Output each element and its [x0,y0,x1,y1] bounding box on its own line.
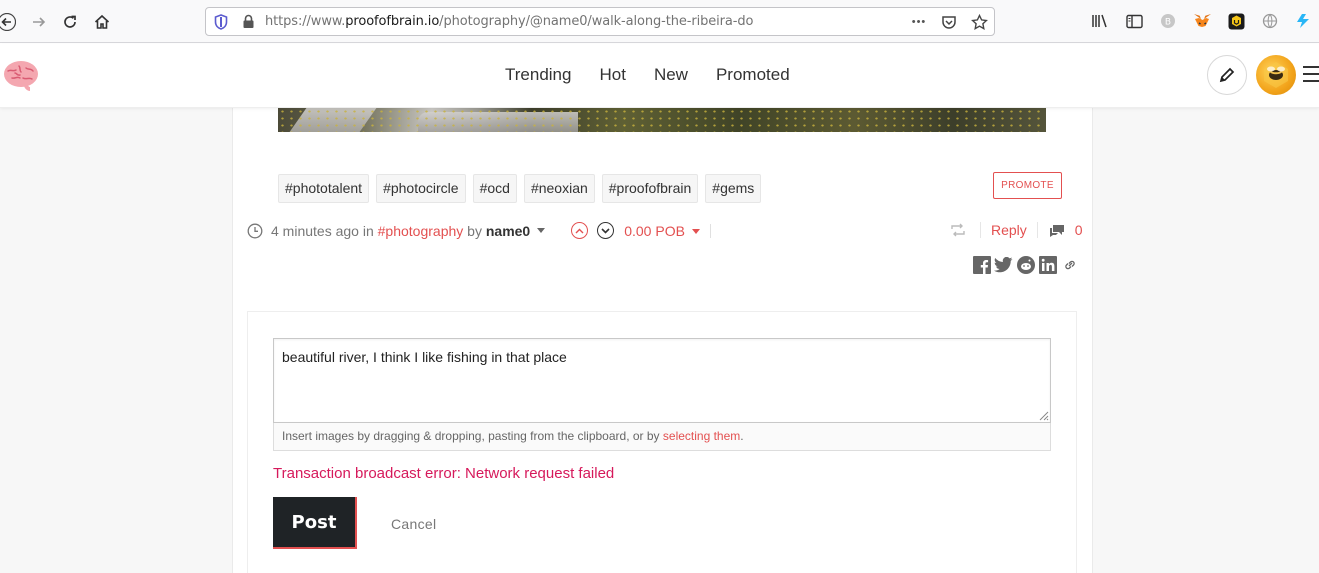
post-image [278,108,1046,132]
page-actions-icon[interactable]: ••• [910,12,928,32]
reply-text: beautiful river, I think I like fishing … [282,349,567,365]
address-bar[interactable]: https://www.proofofbrain.io/photography/… [205,7,995,36]
payout-value: 0.00 POB [624,222,685,239]
tag-photocircle[interactable]: #photocircle [376,174,466,203]
back-icon[interactable] [0,9,20,35]
select-images-link[interactable]: selecting them [663,429,740,443]
site-header: Trending Hot New Promoted [0,44,1319,108]
tag-neoxian[interactable]: #neoxian [523,174,595,203]
submit-post-button[interactable] [1207,55,1247,95]
author-menu-caret-icon[interactable] [537,228,546,233]
reply-link[interactable]: Reply [980,222,1038,238]
home-icon[interactable] [89,9,115,35]
extension-b-icon[interactable]: B [1158,10,1178,32]
category-link[interactable]: #photography [378,223,464,239]
in-label: in [362,222,374,239]
resize-handle-icon[interactable] [1037,409,1049,421]
tag-phototalent[interactable]: #phototalent [278,174,370,203]
forward-icon[interactable] [26,9,52,35]
url-host: proofofbrain.io [345,14,440,29]
metamask-fox-icon[interactable] [1192,10,1212,32]
twitter-icon[interactable] [994,256,1013,274]
post-button[interactable]: Post [273,497,357,549]
downvote-icon[interactable] [597,222,615,239]
facebook-icon[interactable] [972,256,991,274]
payout-caret-icon [691,229,700,235]
tag-gems[interactable]: #gems [705,174,762,203]
comments-icon [1049,224,1064,237]
svg-text:B: B [1165,18,1171,28]
share-links [972,256,1079,274]
menu-icon[interactable] [1303,66,1319,87]
post-time[interactable]: 4 minutes ago [271,223,359,239]
tag-ocd[interactable]: #ocd [472,174,517,203]
promote-button[interactable]: PROMOTE [993,172,1062,199]
nav-new[interactable]: New [654,65,688,85]
reload-icon[interactable] [57,9,83,35]
post-actions: Reply 0 [950,222,1083,238]
by-label: by [467,222,482,239]
broadcast-error-message: Transaction broadcast error: Network req… [273,465,615,482]
upload-hint-text: Insert images by dragging & dropping, pa… [282,429,663,443]
cancel-button[interactable]: Cancel [391,516,436,532]
url-prefix: https://www. [265,14,346,29]
payout-amount[interactable]: 0.00 POB [624,223,700,239]
comments-count-value: 0 [1074,222,1083,238]
keychain-extension-icon[interactable] [1226,10,1246,32]
avatar[interactable] [1256,55,1296,95]
nav-promoted[interactable]: Promoted [716,65,790,85]
brain-logo-icon[interactable] [2,59,40,91]
bolt-extension-icon[interactable] [1294,10,1314,32]
copy-link-icon[interactable] [1060,256,1079,274]
browser-toolbar: https://www.proofofbrain.io/photography/… [0,0,1319,43]
bookmark-star-icon[interactable] [970,12,988,32]
tracking-shield-icon[interactable] [214,14,228,30]
lock-icon[interactable] [242,14,255,29]
upvote-icon[interactable] [571,222,589,239]
nav-trending[interactable]: Trending [505,65,571,85]
main-nav: Trending Hot New Promoted [505,65,818,85]
reblog-icon[interactable] [950,223,966,237]
comments-count[interactable]: 0 [1049,222,1083,238]
vote-controls: 0.00 POB [571,222,711,239]
globe-extension-icon[interactable] [1260,10,1280,32]
library-icon[interactable] [1090,10,1110,32]
url-path: /photography/@name0/walk-along-the-ribei… [439,14,754,29]
sidebar-icon[interactable] [1124,10,1144,32]
author-link[interactable]: name0 [486,223,530,239]
pocket-icon[interactable] [940,12,958,32]
post-meta: 4 minutes ago in #photography by name0 0… [247,222,711,239]
upload-hint-period: . [740,429,744,443]
clock-icon [247,223,263,238]
image-upload-hint: Insert images by dragging & dropping, pa… [273,423,1051,451]
reply-textarea[interactable]: beautiful river, I think I like fishing … [273,338,1051,423]
reddit-icon[interactable] [1016,256,1035,274]
linkedin-icon[interactable] [1038,256,1057,274]
pencil-icon [1219,67,1235,83]
url-text[interactable]: https://www.proofofbrain.io/photography/… [265,14,753,29]
tag-proofofbrain[interactable]: #proofofbrain [601,174,699,203]
tag-list: #phototalent #photocircle #ocd #neoxian … [278,174,762,203]
nav-hot[interactable]: Hot [599,65,625,85]
